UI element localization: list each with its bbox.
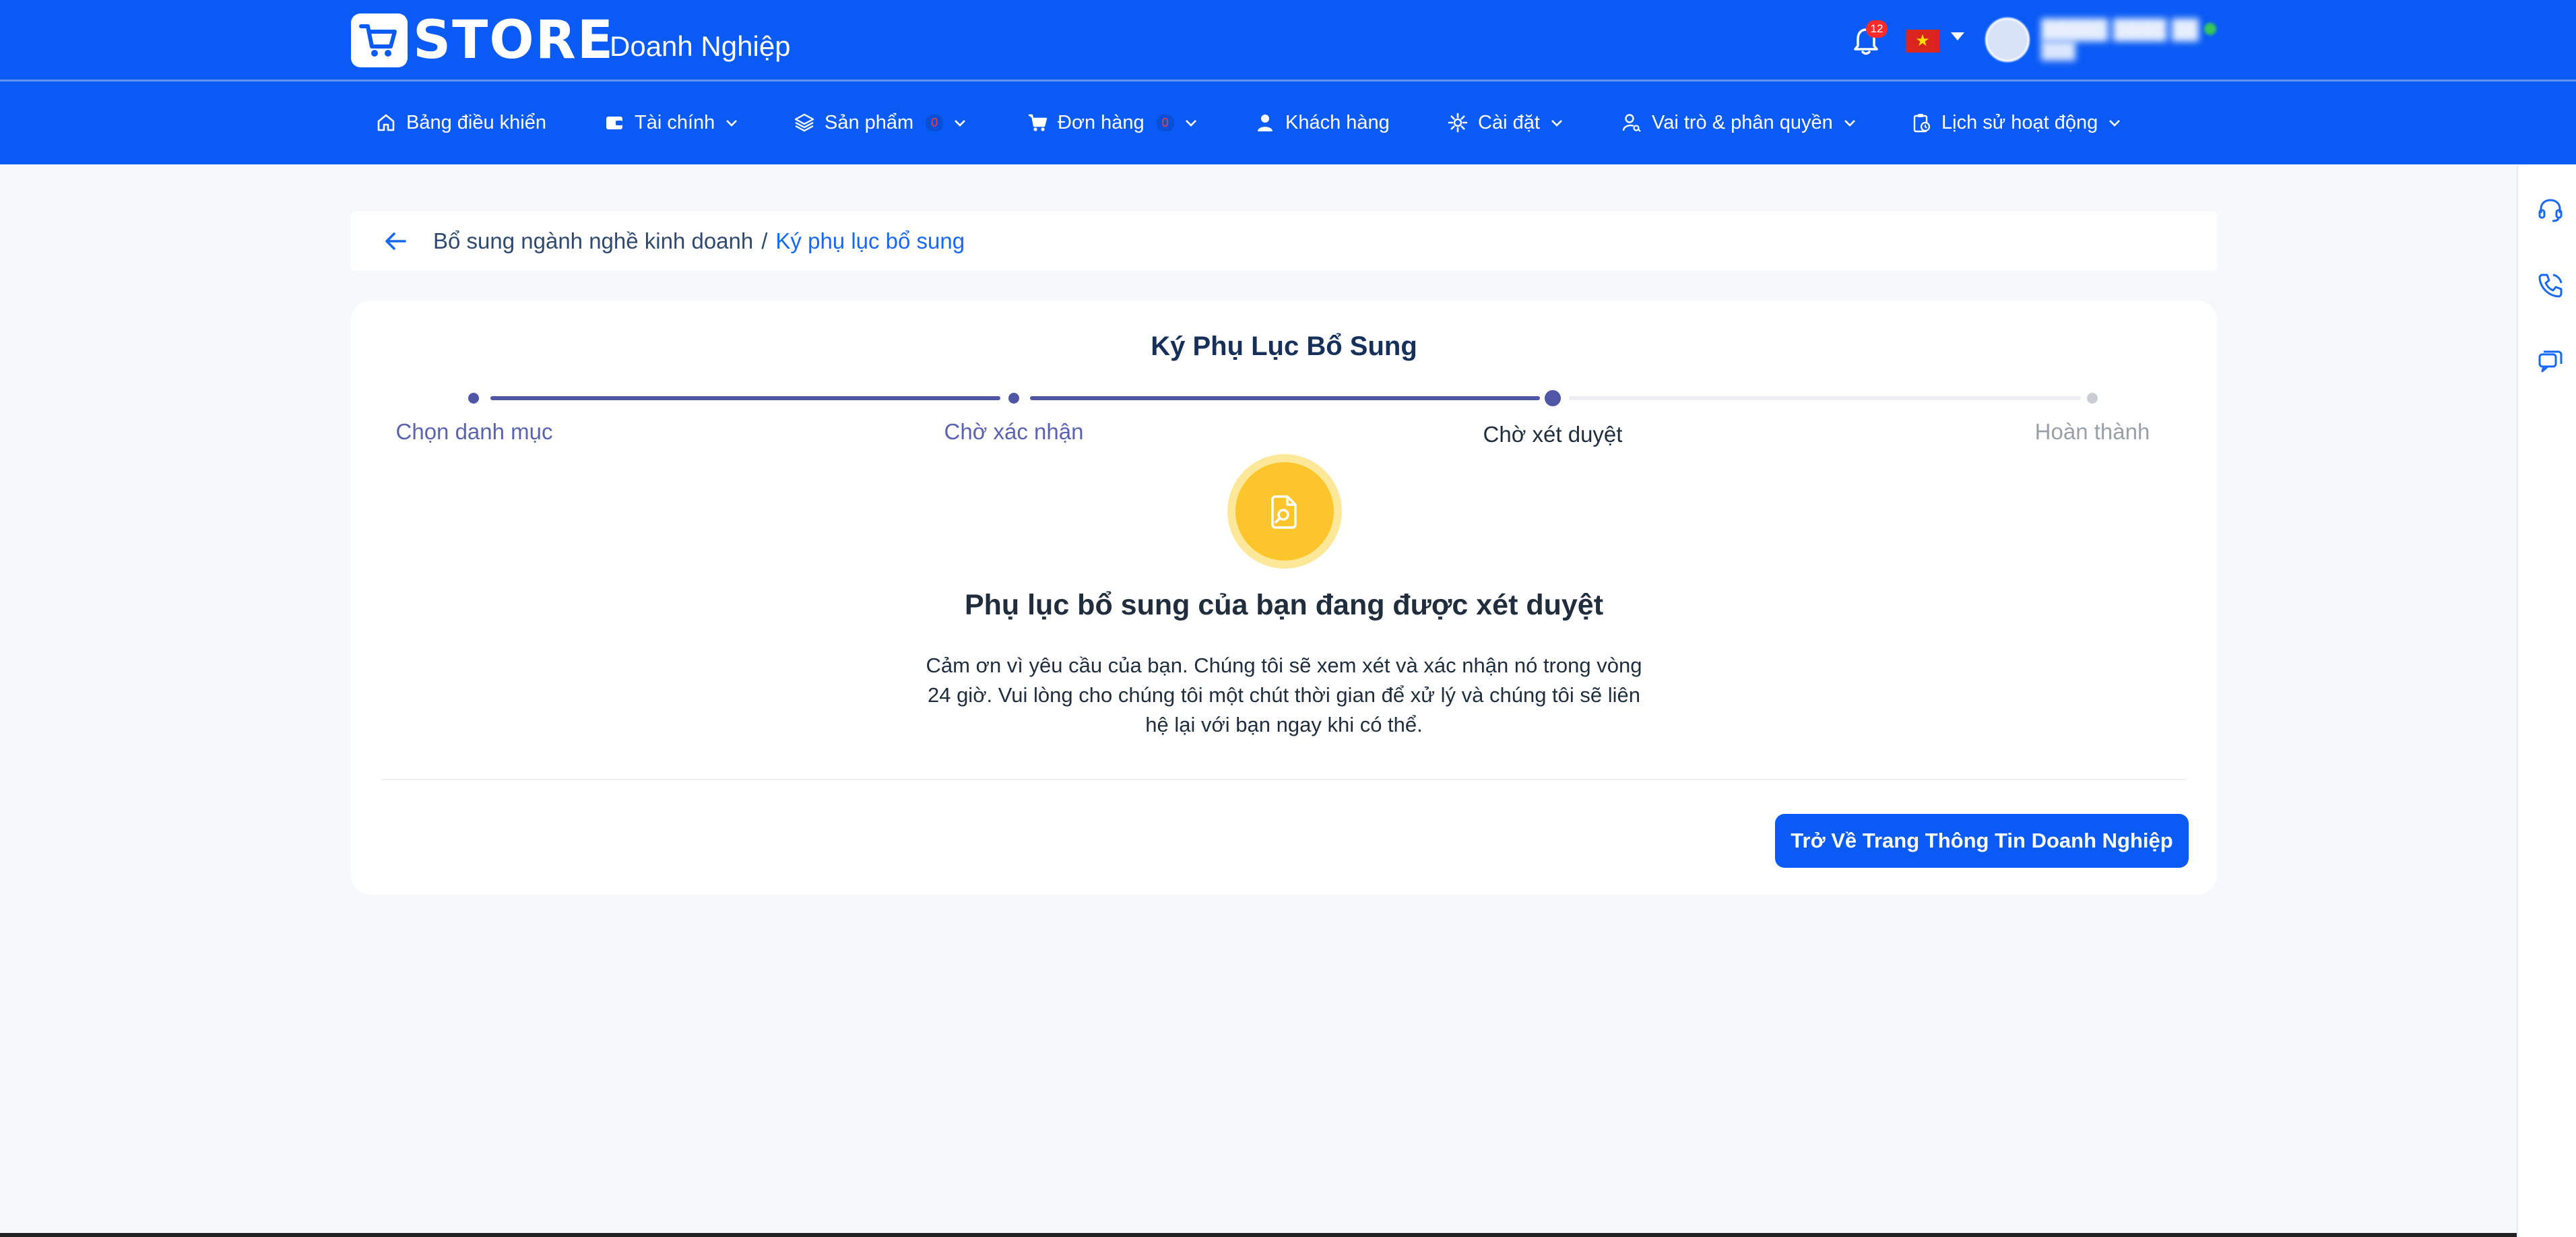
arrow-left-icon[interactable] (382, 228, 409, 255)
nav-item-settings[interactable]: Cài đặt (1447, 108, 1564, 137)
nav-count-badge: 0 (926, 114, 944, 131)
nav-item-dashboard[interactable]: Bảng điều khiển (375, 108, 546, 137)
online-status-dot (2204, 23, 2216, 35)
breadcrumb-current: Ký phụ lục bổ sung (775, 228, 965, 253)
nav-item-orders[interactable]: Đơn hàng 0 (1027, 108, 1198, 137)
brand-logo-text: STORE (413, 10, 615, 71)
nav-item-activity-history[interactable]: Lịch sử hoạt động (1910, 108, 2122, 137)
chat-icon[interactable] (2536, 346, 2565, 376)
taskbar-edge (0, 1233, 2517, 1237)
avatar[interactable] (1985, 18, 2030, 62)
main-nav: Bảng điều khiển Tài chính Sản phẩm 0 Đơn… (0, 108, 2576, 137)
stepper-line-1 (490, 396, 1000, 400)
clipboard-clock-icon (1913, 114, 1931, 133)
chevron-down-icon (2109, 120, 2121, 127)
step-dot-3-current (1545, 390, 1561, 406)
status-icon-badge (1227, 454, 1342, 569)
breadcrumb-parent-link[interactable]: Bổ sung ngành nghề kinh doanh (433, 228, 753, 254)
notification-badge: 12 (1866, 20, 1888, 38)
nav-item-finance[interactable]: Tài chính (604, 108, 739, 137)
step-dot-1 (468, 393, 479, 404)
phone-support-icon[interactable] (2536, 271, 2565, 300)
nav-item-customers[interactable]: Khách hàng (1254, 108, 1390, 137)
nav-count-badge: 0 (1156, 114, 1174, 131)
card-divider (381, 779, 2187, 780)
user-name-redacted: █████ ████ ██ (2041, 19, 2199, 40)
support-sidebar (2517, 164, 2576, 1237)
chevron-down-icon (726, 120, 738, 127)
chevron-down-icon (1185, 120, 1196, 127)
gear-icon (1448, 113, 1468, 133)
breadcrumb: Bổ sung ngành nghề kinh doanh / Ký phụ l… (351, 212, 2217, 271)
layers-icon (794, 113, 814, 132)
stepper-line-2 (1030, 396, 1540, 400)
chevron-down-icon (1551, 120, 1562, 127)
step-label-3: Chờ xét duyệt (1483, 422, 1623, 447)
nav-item-products[interactable]: Sản phẩm 0 (794, 108, 967, 137)
step-label-2: Chờ xác nhận (944, 419, 1084, 444)
chevron-down-icon[interactable] (1951, 32, 1964, 40)
nav-item-label: Đơn hàng (1058, 111, 1145, 133)
step-label-4: Hoàn thành (2034, 419, 2150, 444)
status-description: Cảm ơn vì yêu cầu của bạn. Chúng tôi sẽ … (926, 654, 1642, 736)
cart-icon (1029, 114, 1048, 131)
cart-logo-icon (351, 13, 408, 67)
brand-subtitle: Doanh Nghiệp (610, 30, 791, 62)
nav-item-label: Khách hàng (1285, 111, 1390, 133)
headset-icon[interactable] (2536, 195, 2565, 225)
back-to-business-info-button[interactable]: Trở Về Trang Thông Tin Doanh Nghiệp (1775, 814, 2189, 868)
header-divider (0, 80, 2576, 82)
nav-item-label: Lịch sử hoạt động (1941, 111, 2098, 133)
wallet-icon (606, 117, 622, 129)
nav-item-label: Bảng điều khiển (406, 111, 546, 133)
breadcrumb-separator: / (761, 228, 768, 253)
document-search-icon (1271, 495, 1297, 529)
home-icon (377, 114, 395, 131)
stepper-line-3 (1569, 396, 2081, 400)
main-card: Ký Phụ Lục Bổ Sung Chọn danh mục Chờ xác… (351, 300, 2217, 895)
nav-item-label: Sản phẩm (825, 111, 914, 133)
nav-item-roles[interactable]: Vai trò & phân quyền (1621, 108, 1857, 137)
status-headline: Phụ lục bổ sung của bạn đang được xét du… (964, 589, 1604, 621)
chevron-down-icon (955, 120, 966, 127)
user-icon (1258, 115, 1273, 131)
nav-item-label: Tài chính (635, 111, 715, 133)
step-dot-2 (1008, 393, 1019, 404)
brand-logo[interactable]: STORE (351, 12, 614, 69)
step-dot-4 (2087, 393, 2098, 404)
nav-item-label: Vai trò & phân quyền (1652, 111, 1833, 133)
user-role-redacted: ███ (2041, 42, 2076, 60)
vn-flag-icon[interactable]: ★ (1906, 30, 1939, 53)
chevron-down-icon (1844, 120, 1855, 127)
user-key-icon (1622, 114, 1641, 132)
nav-item-label: Cài đặt (1478, 111, 1540, 133)
step-label-1: Chọn danh mục (395, 419, 553, 444)
page-title: Ký Phụ Lục Bổ Sung (1151, 331, 1417, 361)
top-bar: STORE Doanh Nghiệp 12 ★ █████ ████ ██ ██… (0, 0, 2576, 164)
